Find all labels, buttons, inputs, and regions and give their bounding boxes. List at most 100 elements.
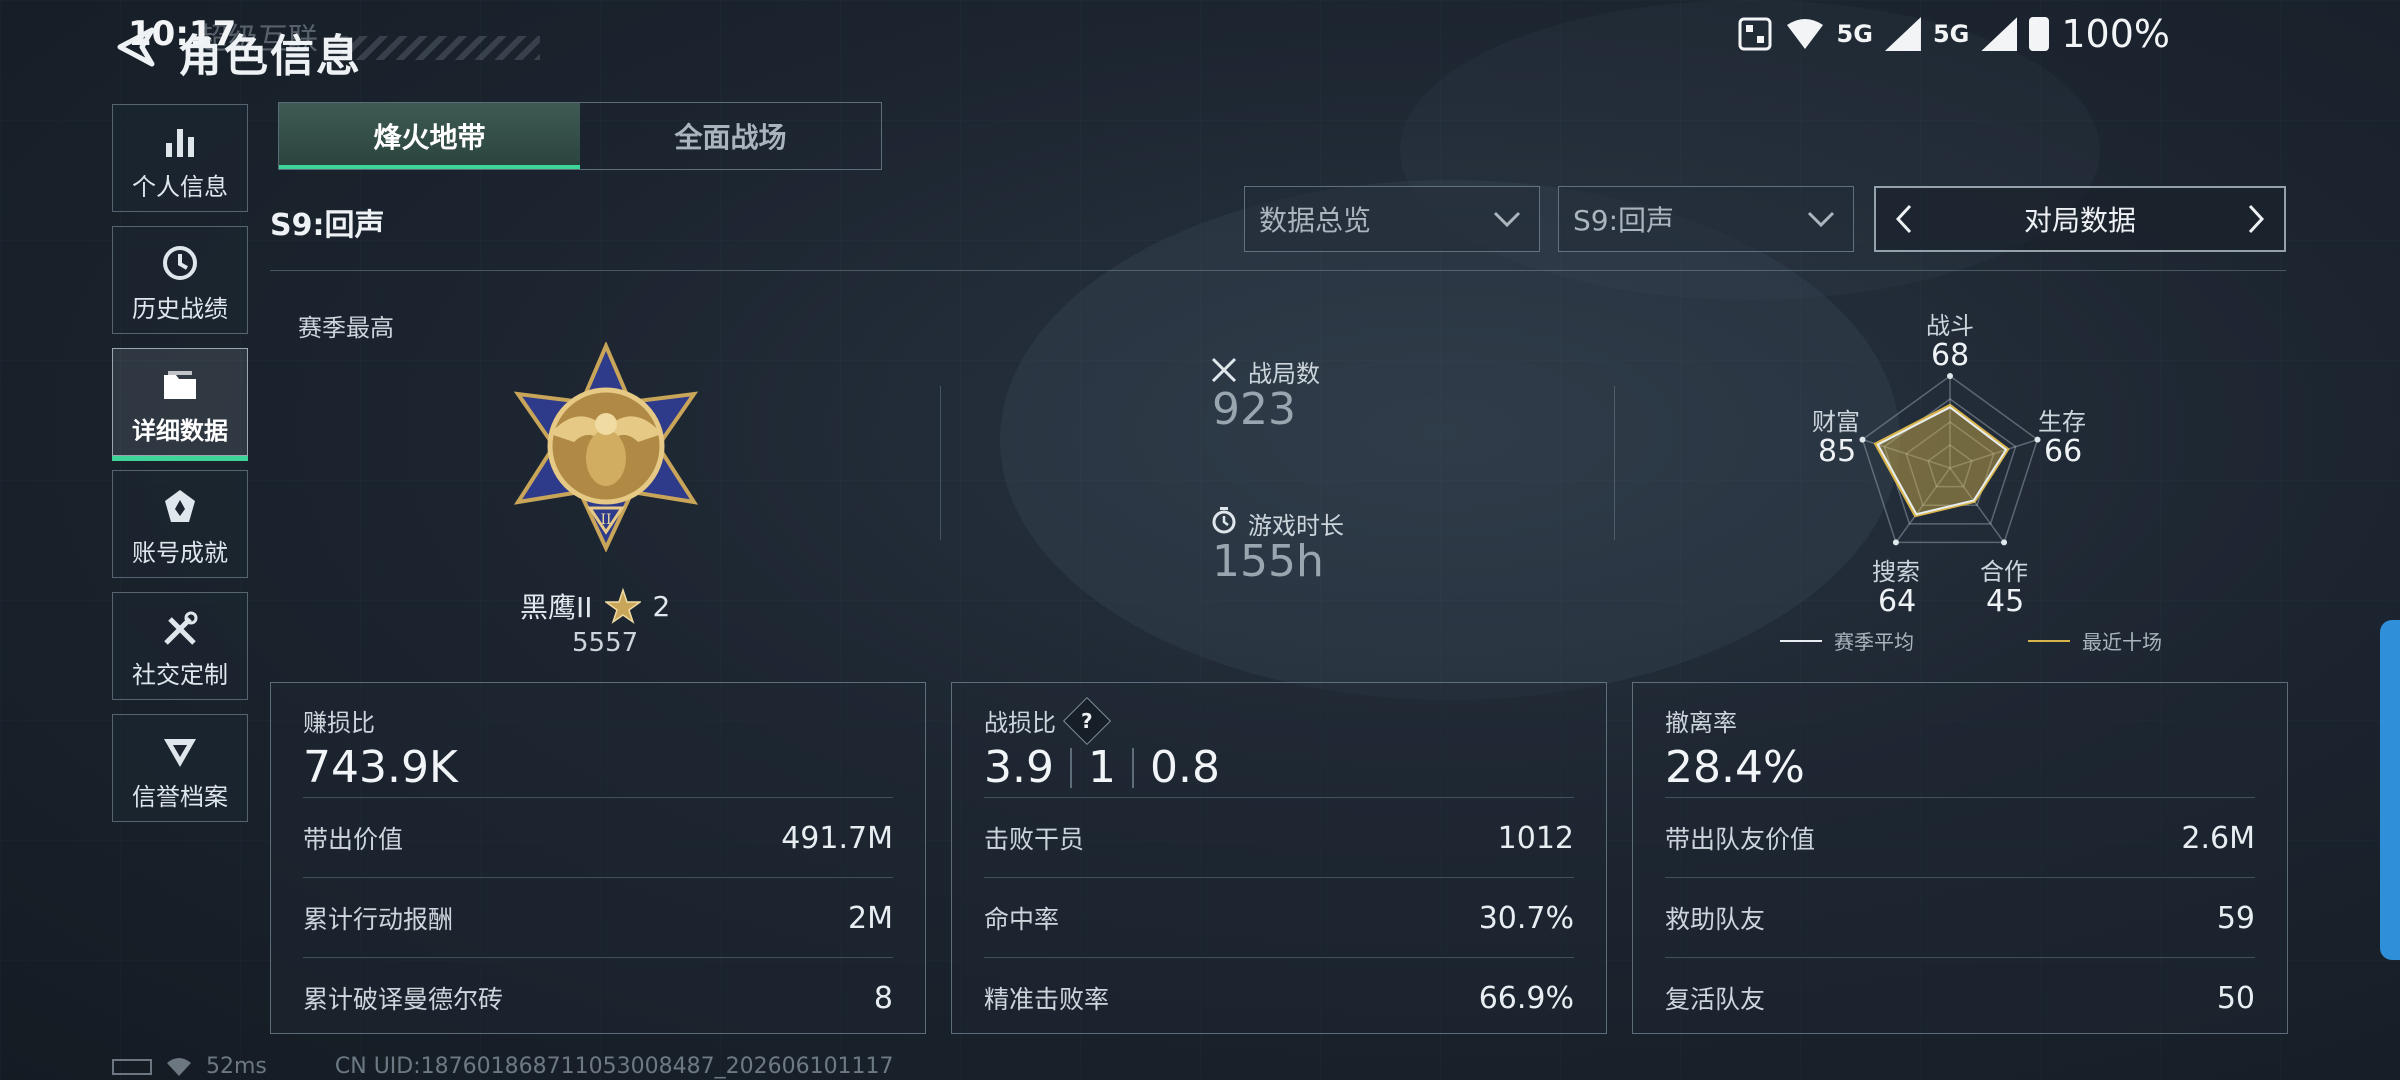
ping-value: 52ms (206, 1054, 267, 1079)
radar-label-survival: 生存 (2038, 408, 2086, 436)
legend-label-avg: 赛季平均 (1834, 630, 1914, 654)
rank-info: 黑鹰II 2 (520, 586, 670, 626)
tab-warfare[interactable]: 全面战场 (580, 103, 881, 169)
row-label: 带出价值 (303, 825, 404, 854)
profit-loss-card: 赚损比 743.9K 带出价值 491.7M 累计行动报酬 2M 累计破译曼德尔砖 8 (270, 682, 926, 1034)
sidebar-item-history[interactable]: 历史战绩 (112, 226, 248, 334)
rank-medal-icon: II (513, 342, 699, 552)
row-label: 救助队友 (1665, 905, 1766, 934)
sidebar-item-detailed-data[interactable]: 详细数据 (112, 348, 248, 461)
table-row: 累计行动报酬 2M (303, 877, 893, 958)
legend-line-recent (2028, 639, 2070, 642)
card-label: 赚损比 (303, 709, 375, 737)
kd-value-2: 1 (1087, 742, 1116, 793)
chevron-down-icon (1807, 211, 1835, 228)
radar-value-combat: 68 (1931, 338, 1970, 373)
sidebar-item-social[interactable]: 社交定制 (112, 592, 248, 700)
bar-chart-icon (166, 129, 194, 157)
battery-small-icon (112, 1058, 152, 1075)
radar-legend: 赛季平均 最近十场 (1780, 626, 2162, 655)
row-value: 2M (848, 900, 893, 936)
row-value: 59 (2216, 900, 2255, 936)
chevron-down-icon (1493, 211, 1521, 228)
sidebar: 个人信息 历史战绩 详细数据 账号成就 社交定制 信誉档案 (112, 104, 250, 836)
extraction-card: 撤离率 28.4% 带出队友价值 2.6M 救助队友 59 复活队友 50 (1632, 682, 2288, 1034)
radar-label-wealth: 财富 (1812, 408, 1860, 436)
mode-tabs: 烽火地带 全面战场 (278, 102, 882, 170)
folder-icon (164, 371, 196, 399)
row-value: 491.7M (781, 820, 893, 856)
rank-name: 黑鹰II (520, 591, 593, 624)
header-decoration (340, 36, 540, 60)
tools-icon (164, 611, 198, 645)
svg-text:II: II (600, 512, 611, 528)
sidebar-item-reputation[interactable]: 信誉档案 (112, 714, 248, 822)
radar-axis-dot (1859, 436, 1866, 443)
divider (940, 386, 941, 540)
card-label: 撤离率 (1665, 709, 1737, 737)
row-value: 50 (2216, 980, 2255, 1016)
clock-icon (163, 246, 197, 280)
matches-value: 923 (1212, 384, 1296, 435)
dropdown-value: S9:回声 (1573, 204, 1675, 237)
season-dropdown[interactable]: S9:回声 (1558, 186, 1854, 252)
sidebar-item-personal-info[interactable]: 个人信息 (112, 104, 248, 212)
rank-stars: 2 (652, 589, 671, 623)
legend-label-recent: 最近十场 (2082, 630, 2162, 654)
card-label-row: 战损比 ? (984, 696, 1220, 745)
card-label: 战损比 (984, 709, 1056, 737)
kd-card: 战损比 ? 3.9 1 0.8 击败干员 1012 命中率 30.7% 精准击败率 6… (951, 682, 1607, 1034)
row-label: 击败干员 (984, 825, 1085, 854)
system-icons: 5G 5G 100% (1737, 12, 2170, 56)
card-value: 3.9 1 0.8 (984, 742, 1220, 793)
timer-icon (1212, 507, 1236, 534)
crossed-swords-icon (1211, 357, 1237, 383)
radar-value-teamwork: 45 (1986, 584, 2025, 619)
help-icon[interactable]: ? (1062, 696, 1112, 745)
tab-operations[interactable]: 烽火地带 (279, 103, 580, 169)
row-value: 2.6M (2181, 820, 2255, 856)
chevron-left-icon[interactable] (1890, 204, 1920, 234)
kd-value-3: 0.8 (1149, 742, 1220, 793)
sidebar-item-label: 账号成就 (132, 539, 228, 567)
user-uid: CN UID:187601868711053008487_20260610111… (334, 1054, 894, 1079)
sidebar-item-label: 历史战绩 (132, 295, 228, 323)
row-value: 30.7% (1478, 900, 1574, 936)
card-header: 撤离率 28.4% (1665, 703, 1805, 793)
wifi-icon (1786, 19, 1823, 49)
legend-line-avg (1780, 639, 1822, 642)
card-header: 赚损比 743.9K (303, 703, 458, 793)
radar-chart (1859, 373, 2041, 546)
row-label: 带出队友价值 (1665, 825, 1816, 854)
radar-series-recent (1873, 403, 2010, 518)
back-arrow-icon[interactable] (112, 24, 158, 70)
table-row: 精准击败率 66.9% (984, 957, 1574, 1038)
sidebar-item-achievements[interactable]: 账号成就 (112, 470, 248, 578)
dropdown-value: 数据总览 (1259, 204, 1372, 237)
row-label: 复活队友 (1665, 985, 1766, 1014)
star-icon (604, 588, 641, 624)
separator (1131, 747, 1134, 788)
battery-percent: 100% (2061, 12, 2170, 56)
radar-axis-dot (2001, 539, 2008, 546)
card-value: 743.9K (303, 742, 458, 793)
overview-dropdown[interactable]: 数据总览 (1244, 186, 1540, 252)
side-drawer-handle[interactable] (2380, 620, 2400, 960)
page-title: 角色信息 (178, 31, 362, 82)
nfc-icon (1738, 17, 1772, 51)
row-value: 66.9% (1478, 980, 1574, 1016)
season-title: S9:回声 (270, 208, 385, 243)
radar-axis-dot (1947, 373, 1953, 379)
sidebar-item-label: 社交定制 (132, 661, 228, 689)
table-row: 带出价值 491.7M (303, 797, 893, 878)
radar-value-wealth: 85 (1818, 434, 1857, 469)
wifi-small-icon (167, 1057, 191, 1076)
row-label: 累计破译曼德尔砖 (303, 985, 504, 1014)
radar-axis-dot (1892, 539, 1899, 546)
row-label: 累计行动报酬 (303, 905, 454, 934)
badge-icon (165, 490, 195, 522)
card-value: 28.4% (1665, 742, 1805, 793)
chevron-right-icon[interactable] (2240, 204, 2270, 234)
sidebar-item-label: 个人信息 (132, 173, 228, 201)
row-value: 1012 (1497, 820, 1574, 856)
